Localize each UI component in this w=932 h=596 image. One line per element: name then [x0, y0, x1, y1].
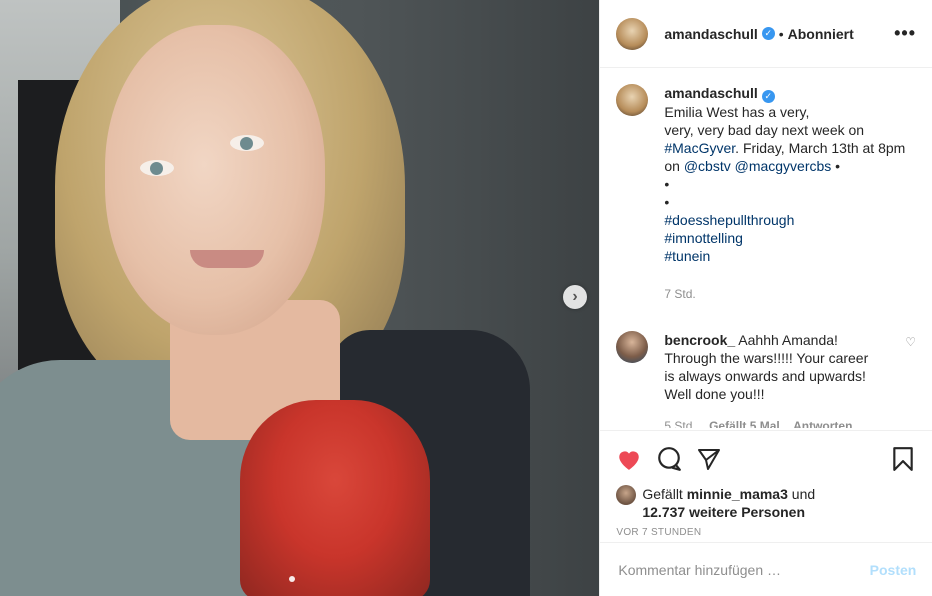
- more-options-icon[interactable]: •••: [894, 23, 916, 44]
- comment-input[interactable]: [616, 560, 870, 579]
- post-timestamp[interactable]: VOR 7 STUNDEN: [616, 527, 916, 538]
- comment-text: Aahhh Amanda!: [738, 332, 838, 348]
- caption: amandaschull ✓ Emilia West has a very, ve…: [616, 84, 916, 303]
- likes-others-link[interactable]: 12.737 weitere Personen: [642, 504, 805, 520]
- header-separator: •: [778, 25, 784, 42]
- hashtag-link[interactable]: #MacGyver: [664, 140, 735, 156]
- header-username[interactable]: amandaschull: [664, 26, 757, 42]
- action-icons: [616, 439, 916, 479]
- mention-link[interactable]: @macgyvercbs: [735, 158, 832, 174]
- chevron-right-icon: ›: [572, 288, 578, 305]
- action-bar: Gefällt minnie_mama3 und 12.737 weitere …: [600, 430, 932, 538]
- comment-like-heart-icon[interactable]: ♡: [905, 331, 916, 428]
- carousel-dot: [289, 576, 295, 582]
- share-paper-plane-icon[interactable]: [696, 446, 722, 472]
- post-image[interactable]: ›: [0, 0, 600, 596]
- likes-summary: Gefällt minnie_mama3 und 12.737 weitere …: [616, 485, 916, 521]
- comment-bubble-icon[interactable]: [656, 446, 682, 472]
- photo-eye-right: [230, 135, 264, 151]
- comment-meta: 5 Std. Gefällt 5 Mal Antworten: [664, 417, 884, 428]
- comment-likes[interactable]: Gefällt 5 Mal: [709, 419, 780, 428]
- caption-line: on @cbstv @macgyvercbs •: [664, 157, 905, 175]
- photo-face: [105, 25, 325, 335]
- likes-connector: und: [787, 486, 816, 502]
- liker-username[interactable]: minnie_mama3: [687, 486, 788, 502]
- bookmark-icon[interactable]: [890, 446, 916, 472]
- photo-mouth: [190, 250, 264, 268]
- comment-time[interactable]: 5 Std.: [664, 419, 695, 428]
- photo-blood-stain: [240, 400, 430, 596]
- avatar[interactable]: [616, 17, 649, 50]
- comment-row: bencrook_ Aahhh Amanda! Through the wars…: [616, 331, 916, 428]
- likes-prefix: Gefällt: [642, 486, 687, 502]
- caption-body: amandaschull ✓ Emilia West has a very, ve…: [664, 84, 905, 303]
- caption-line: very, very bad day next week on: [664, 122, 865, 138]
- comments-section[interactable]: amandaschull ✓ Emilia West has a very, ve…: [600, 68, 932, 428]
- caption-username[interactable]: amandaschull: [664, 85, 757, 101]
- comment-text: is always onwards and upwards!: [664, 368, 866, 384]
- add-comment-bar: Posten: [600, 542, 932, 596]
- caption-line: •: [664, 194, 670, 210]
- likes-text: Gefällt minnie_mama3 und 12.737 weitere …: [642, 485, 815, 521]
- hashtag-link[interactable]: #doesshepullthrough: [664, 211, 905, 229]
- hashtag-link[interactable]: #tunein: [664, 247, 905, 265]
- carousel-next-button[interactable]: ›: [563, 285, 587, 309]
- post-header: amandaschull ✓ • Abonniert •••: [600, 0, 932, 68]
- caption-line: •: [664, 176, 670, 192]
- follow-status-button[interactable]: Abonniert: [788, 26, 854, 42]
- comment-username[interactable]: bencrook_: [664, 332, 735, 348]
- comment-text: Through the wars!!!!! Your career: [664, 350, 869, 366]
- comment-text: Well done you!!!: [664, 386, 765, 402]
- photo-eye-left: [140, 160, 174, 176]
- hashtag-link[interactable]: #imnottelling: [664, 229, 905, 247]
- mention-link[interactable]: @cbstv: [684, 158, 731, 174]
- caption-line: #MacGyver. Friday, March 13th at 8pm: [664, 139, 905, 157]
- instagram-post: › amandaschull ✓ • Abonniert ••• amandas…: [0, 0, 932, 596]
- liker-avatar[interactable]: [616, 485, 637, 505]
- verified-badge-icon: ✓: [761, 27, 775, 40]
- reply-button[interactable]: Antworten: [793, 419, 852, 428]
- comment-body: bencrook_ Aahhh Amanda! Through the wars…: [664, 331, 884, 428]
- verified-badge-icon: ✓: [761, 90, 775, 103]
- post-sidebar: amandaschull ✓ • Abonniert ••• amandasch…: [599, 0, 932, 596]
- caption-text: on: [664, 158, 684, 174]
- post-comment-button[interactable]: Posten: [870, 562, 917, 578]
- comment-avatar[interactable]: [616, 331, 649, 363]
- caption-line: Emilia West has a very,: [664, 104, 810, 120]
- caption-text: . Friday, March 13th at 8pm: [735, 140, 906, 156]
- caption-timestamp[interactable]: 7 Std.: [664, 287, 695, 301]
- caption-avatar[interactable]: [616, 84, 649, 116]
- caption-text: •: [831, 158, 841, 174]
- like-heart-icon[interactable]: [616, 446, 642, 472]
- caption-time: 7 Std.: [664, 285, 905, 303]
